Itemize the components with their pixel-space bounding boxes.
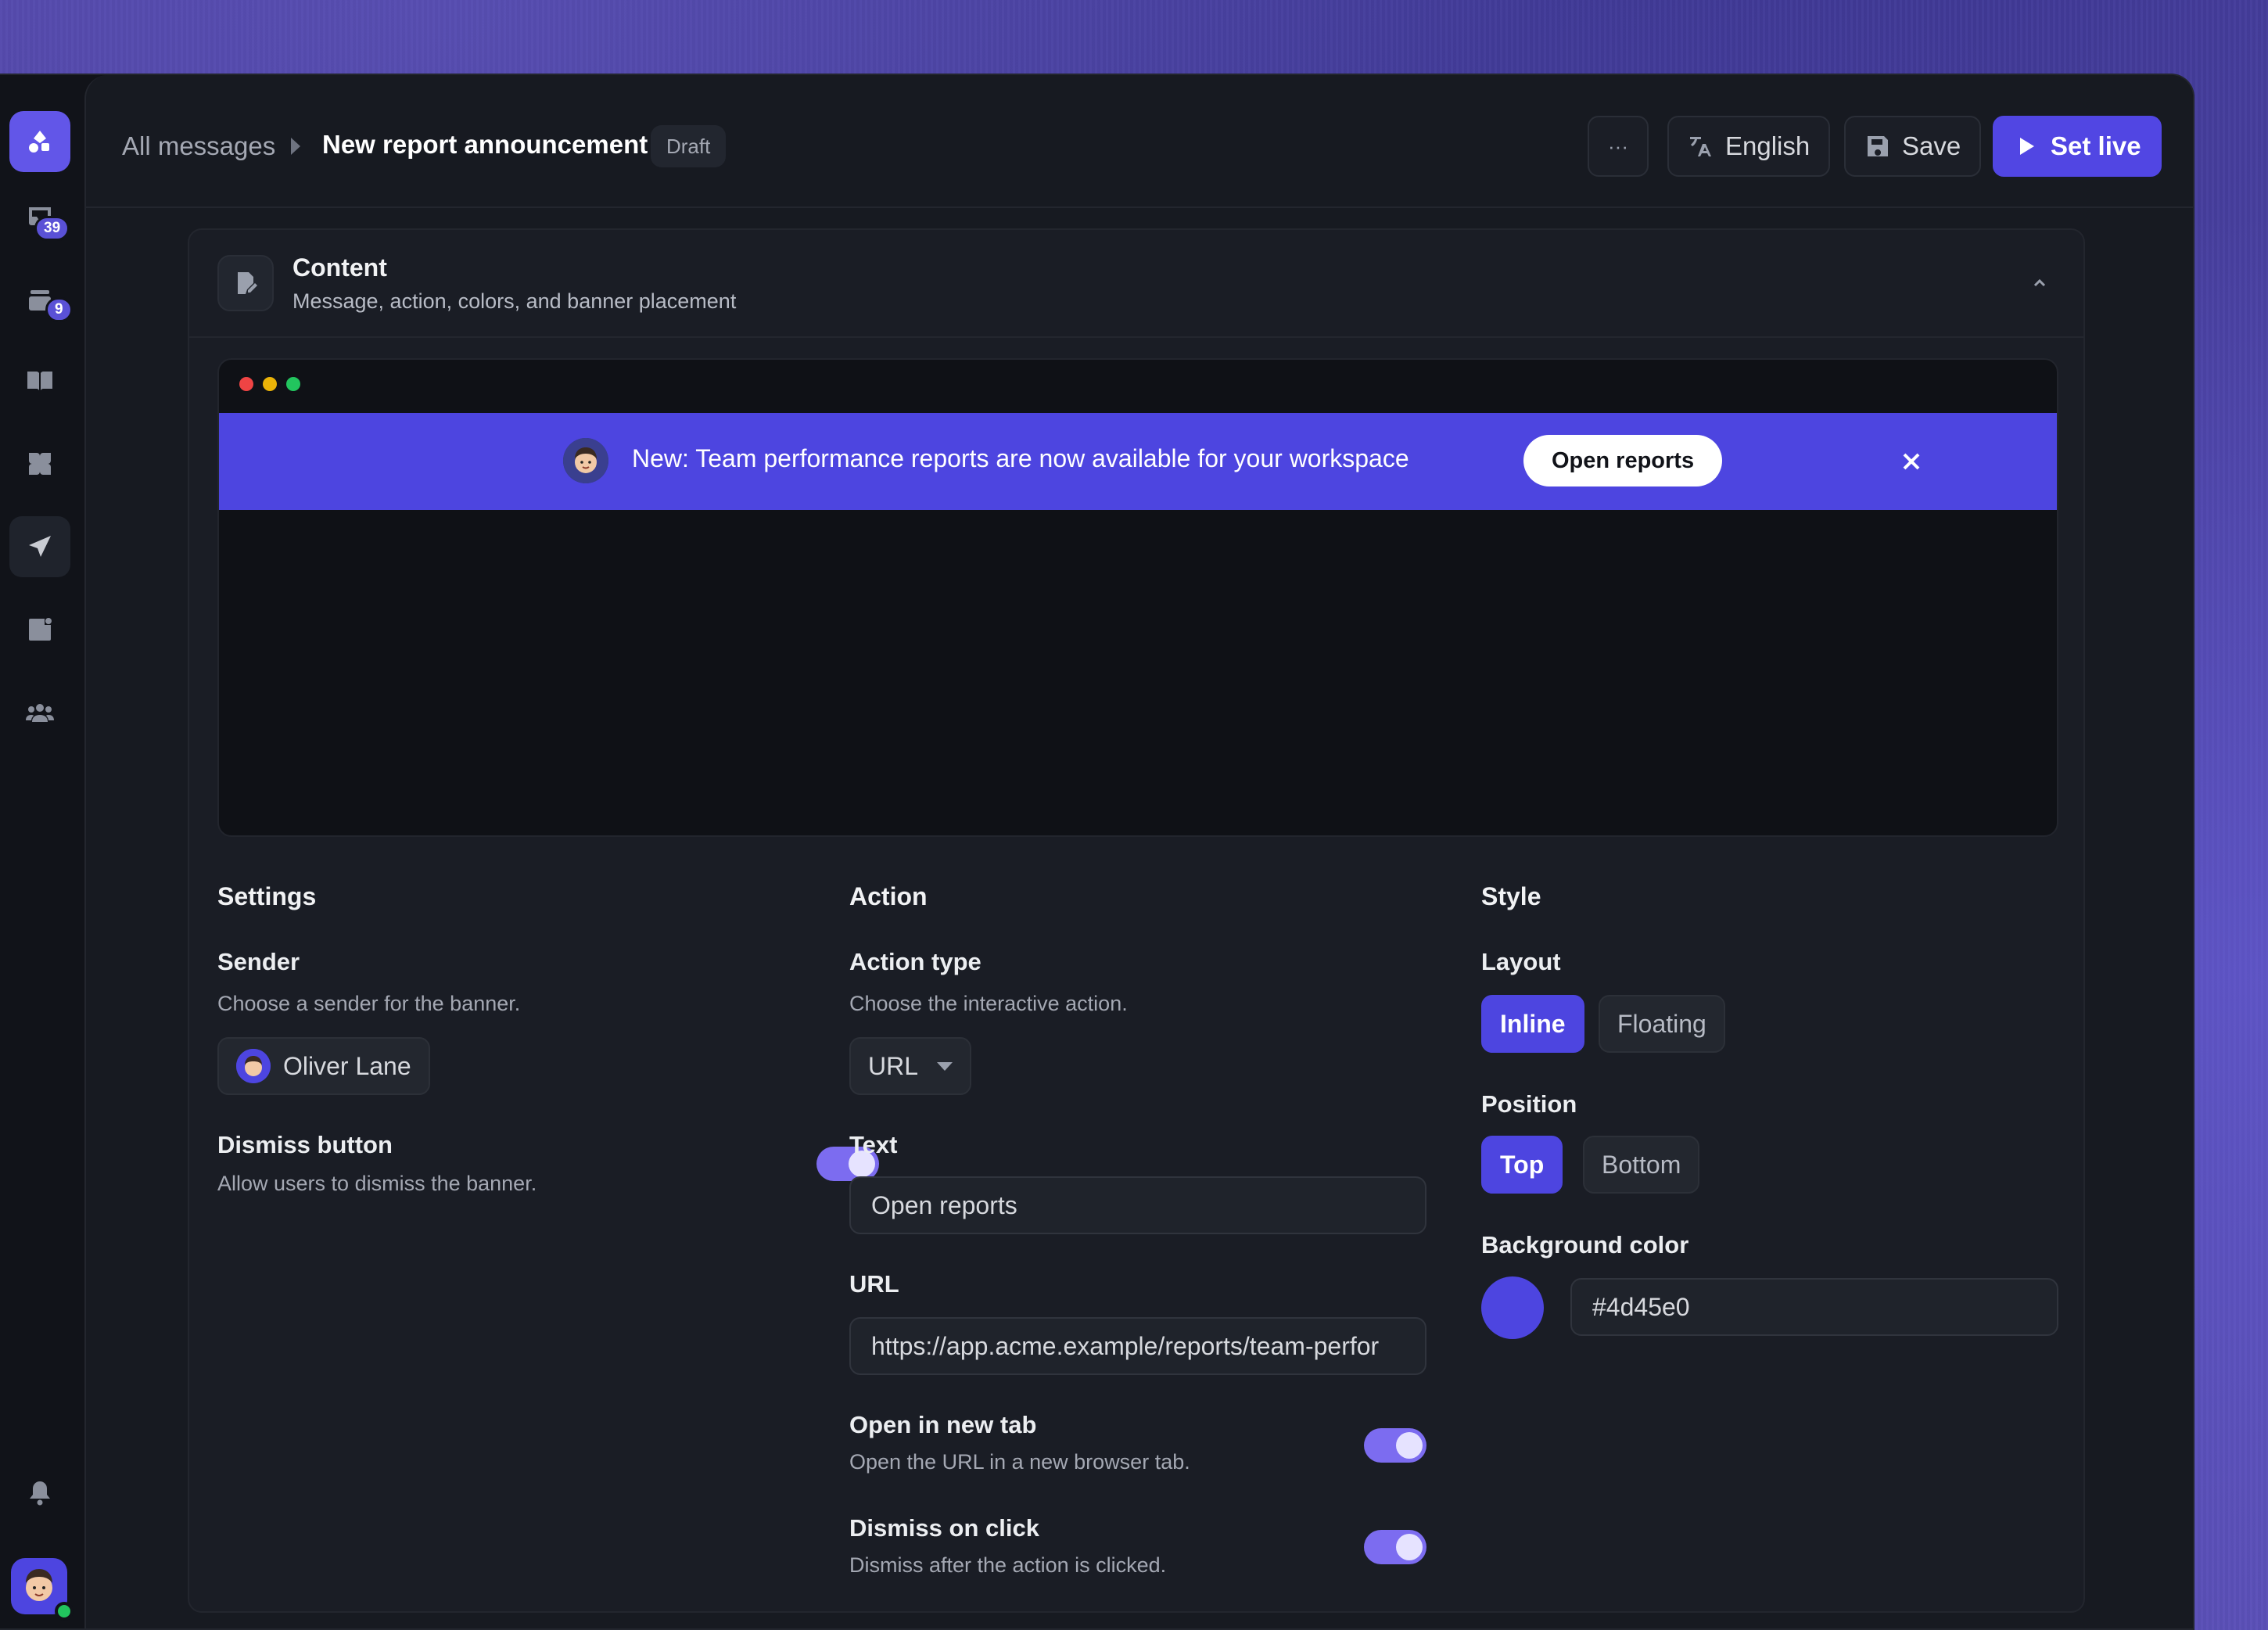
sender-help: Choose a sender for the banner. [217, 992, 521, 1015]
sender-name: Oliver Lane [283, 1051, 411, 1080]
dismiss-on-click-label: Dismiss on click [849, 1514, 1039, 1542]
sender-label: Sender [217, 948, 300, 975]
page-title: New report announcement [322, 130, 648, 159]
close-icon[interactable] [1897, 447, 1925, 476]
inbox-count-badge: 39 [34, 216, 70, 241]
position-label: Position [1481, 1090, 1577, 1118]
language-label: English [1725, 131, 1810, 160]
floppy-disk-icon [1868, 136, 1888, 156]
sidebar-rail: 39 9 [0, 75, 84, 1628]
sidebar-item-knowledge[interactable] [9, 350, 70, 411]
sender-select[interactable]: Oliver Lane [217, 1037, 430, 1095]
action-type-label: Action type [849, 948, 981, 975]
tickets-count-badge: 9 [45, 297, 73, 322]
position-option-bottom[interactable]: Bottom [1583, 1136, 1700, 1194]
memoji-avatar-icon [236, 1049, 271, 1083]
open-new-tab-help: Open the URL in a new browser tab. [849, 1450, 1190, 1474]
sidebar-item-integrations[interactable] [9, 433, 70, 494]
window-controls [239, 377, 300, 391]
action-type-select[interactable]: URL [849, 1037, 972, 1095]
settings-heading: Settings [217, 882, 317, 910]
sidebar-item-reports[interactable] [9, 599, 70, 660]
section-title: Content [292, 253, 387, 282]
set-live-label: Set live [2051, 131, 2141, 160]
text-label: Text [849, 1131, 898, 1158]
position-option-top[interactable]: Top [1481, 1136, 1563, 1194]
sender-avatar [563, 438, 608, 483]
main-panel: All messages New report announcement Dra… [84, 75, 2193, 1628]
preview-banner: New: Team performance reports are now av… [219, 413, 2057, 510]
open-new-tab-toggle[interactable] [1364, 1428, 1426, 1463]
memoji-avatar-icon [563, 438, 608, 483]
book-icon [27, 372, 52, 390]
bell-icon [30, 1481, 50, 1506]
content-section-card: Content Message, action, colors, and ban… [188, 228, 2085, 1613]
ellipsis-icon: ··· [1608, 134, 1628, 158]
chart-icon [29, 618, 52, 641]
more-options-button[interactable]: ··· [1588, 116, 1649, 177]
set-live-button[interactable]: Set live [1993, 116, 2162, 177]
layout-label: Layout [1481, 948, 1561, 975]
play-icon [2020, 138, 2034, 155]
banner-action-button[interactable]: Open reports [1523, 435, 1723, 486]
dismiss-button-help: Allow users to dismiss the banner. [217, 1172, 537, 1195]
layout-option-floating[interactable]: Floating [1599, 995, 1725, 1053]
app-window: 39 9 All messages New report announcemen… [0, 74, 2194, 1630]
status-badge: Draft [651, 125, 727, 167]
edit-document-icon [217, 255, 274, 311]
color-swatch[interactable] [1481, 1276, 1544, 1339]
open-new-tab-label: Open in new tab [849, 1411, 1037, 1438]
logo-icon [29, 131, 49, 153]
maximize-dot [286, 377, 300, 391]
style-heading: Style [1481, 882, 1541, 910]
dismiss-on-click-help: Dismiss after the action is clicked. [849, 1553, 1167, 1577]
user-avatar[interactable] [11, 1558, 74, 1621]
users-icon [26, 704, 54, 722]
action-heading: Action [849, 882, 928, 910]
breadcrumb-chevron-icon [291, 138, 300, 155]
content-section-header[interactable]: Content Message, action, colors, and ban… [189, 230, 2083, 338]
banner-preview: New: Team performance reports are now av… [217, 358, 2058, 837]
shapes-icon [29, 453, 51, 475]
section-subtitle: Message, action, colors, and banner plac… [292, 289, 737, 313]
background-color-input[interactable]: #4d45e0 [1570, 1278, 2058, 1336]
caret-down-icon [937, 1061, 953, 1071]
dismiss-on-click-toggle[interactable] [1364, 1530, 1426, 1564]
minimize-dot [263, 377, 277, 391]
action-text-input[interactable]: Open reports [849, 1176, 1426, 1234]
online-status-dot [55, 1602, 74, 1621]
close-dot [239, 377, 253, 391]
dismiss-button-label: Dismiss button [217, 1131, 393, 1158]
collapse-chevron-icon[interactable] [2026, 269, 2054, 297]
breadcrumb-all-messages[interactable]: All messages [122, 131, 275, 161]
action-url-input[interactable]: https://app.acme.example/reports/team-pe… [849, 1317, 1426, 1375]
sidebar-item-contacts[interactable] [9, 682, 70, 743]
action-type-help: Choose the interactive action. [849, 992, 1128, 1015]
background-color-label: Background color [1481, 1231, 1689, 1258]
app-logo[interactable] [9, 111, 70, 172]
banner-message: New: Team performance reports are now av… [632, 444, 1409, 472]
sidebar-item-outbound[interactable] [9, 516, 70, 577]
layout-option-inline[interactable]: Inline [1481, 995, 1584, 1053]
sidebar-item-notifications[interactable] [9, 1463, 70, 1524]
paper-plane-icon [29, 536, 51, 557]
sender-avatar [236, 1049, 271, 1083]
save-label: Save [1902, 131, 1961, 160]
language-button[interactable]: English [1667, 116, 1831, 177]
save-button[interactable]: Save [1844, 116, 1982, 177]
url-label: URL [849, 1270, 899, 1298]
action-type-value: URL [868, 1051, 919, 1080]
translate-icon [1690, 137, 1711, 156]
page-header: All messages New report announcement Dra… [86, 75, 2193, 208]
